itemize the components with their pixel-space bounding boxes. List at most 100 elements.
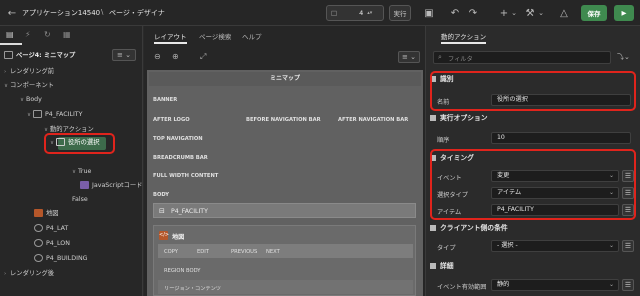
section-details[interactable]: 詳細 <box>430 260 636 273</box>
search-icon: ⌕ <box>438 53 442 61</box>
before-nav-position[interactable]: BEFORE NAVIGATION BAR <box>246 117 321 123</box>
type-list-button[interactable]: ☰ <box>622 240 634 252</box>
lock-icon[interactable]: ▣ <box>422 6 436 20</box>
page-number-field[interactable]: 4 <box>359 9 363 17</box>
tree-label: レンダリング前 <box>10 68 55 75</box>
active-tab-indicator <box>0 43 22 45</box>
stepper-icon[interactable]: ▴▾ <box>367 10 372 16</box>
tree-label: P4_BUILDING <box>46 255 88 262</box>
chevron-down-icon: ⌄ <box>608 281 614 288</box>
edit-button-position[interactable]: EDIT <box>197 249 209 255</box>
type-select[interactable]: - 選択 - ⌄ <box>491 240 619 252</box>
add-dropdown-icon[interactable]: ⌄ <box>507 6 521 20</box>
body-position[interactable]: BODY <box>153 192 169 198</box>
shared-components-tab-icon[interactable]: ▦ <box>63 30 71 39</box>
section-execution[interactable]: 実行オプション <box>430 112 636 125</box>
facility-item-box[interactable]: ⊟ P4_FACILITY <box>153 203 416 218</box>
processing-tab-icon[interactable]: ↻ <box>44 30 51 39</box>
filter-placeholder: フィルタ <box>448 56 473 63</box>
breadcrumb-separator: \ <box>101 8 104 16</box>
tree-true[interactable]: ∨ True <box>72 166 91 178</box>
zoom-in-icon[interactable]: ⊕ <box>172 52 179 61</box>
page-title: ミニマップ <box>269 75 300 82</box>
tree-facility-item[interactable]: ∨ P4_FACILITY <box>27 109 83 121</box>
map-region-title: 地図 <box>172 234 185 241</box>
tab-page-search[interactable]: ページ検索 <box>199 30 231 44</box>
tree-lon[interactable]: P4_LON <box>34 238 70 250</box>
layout-menu-button[interactable]: ≡ ⌄ <box>398 51 420 63</box>
javascript-action-icon <box>80 181 89 189</box>
facility-item-label: P4_FACILITY <box>171 208 208 215</box>
tree-pre-render[interactable]: › レンダリング前 <box>4 66 54 78</box>
tree-javascript[interactable]: JavaScriptコード <box>80 180 142 192</box>
hidden-item-icon <box>34 239 43 247</box>
section-title: 詳細 <box>440 262 454 270</box>
tree-body[interactable]: ∨ Body <box>20 94 42 106</box>
section-title: クライアント側の条件 <box>440 224 508 232</box>
order-value: 10 <box>497 134 505 141</box>
tab-dynamic-action[interactable]: 動的アクション <box>441 30 487 44</box>
utilities-dropdown-icon[interactable]: ⌄ <box>534 6 548 20</box>
event-scope-value: 静的 <box>497 281 510 288</box>
region-content-label: リージョン・コンテンツ <box>164 286 221 292</box>
highlight-identification <box>430 71 636 111</box>
after-nav-position[interactable]: AFTER NAVIGATION BAR <box>338 117 408 123</box>
undo-icon[interactable]: ↶ <box>448 6 462 20</box>
page-node-label: ページ4: ミニマップ <box>16 52 76 59</box>
page-designer-breadcrumb[interactable]: ページ・デザイナ <box>109 8 165 18</box>
hidden-item-icon <box>34 254 43 262</box>
redo-icon[interactable]: ↷ <box>466 6 480 20</box>
tree-menu-button[interactable]: ≡ ⌄ <box>112 49 136 61</box>
tree-lat[interactable]: P4_LAT <box>34 223 68 235</box>
top-nav-position[interactable]: TOP NAVIGATION <box>153 136 203 142</box>
property-editor-panel: 動的アクション ⌕ フィルタ ⤵⌄ 識別 名前 役所の選択 実行オプション 順序… <box>427 26 640 296</box>
collapse-icon <box>430 115 436 121</box>
section-client-condition[interactable]: クライアント側の条件 <box>430 222 636 235</box>
page-node-icon <box>4 51 13 59</box>
breadcrumb-bar-position[interactable]: BREADCRUMB BAR <box>153 155 208 161</box>
save-button[interactable]: 保存 <box>581 5 607 21</box>
tree-label: レンダリング後 <box>10 270 55 277</box>
page-icon: □ <box>331 9 338 17</box>
zoom-out-icon[interactable]: ⊖ <box>154 52 161 61</box>
full-width-position[interactable]: FULL WIDTH CONTENT <box>153 173 218 179</box>
next-button-position[interactable]: NEXT <box>266 249 280 255</box>
tree-map-region[interactable]: 地図 <box>34 208 59 220</box>
tree-label: P4_LAT <box>46 225 69 232</box>
tab-layout[interactable]: レイアウト <box>154 30 187 44</box>
event-scope-select[interactable]: 静的 ⌄ <box>491 279 619 291</box>
region-body-label[interactable]: REGION BODY <box>164 268 200 274</box>
previous-button-position[interactable]: PREVIOUS <box>231 249 257 255</box>
banner-position[interactable]: BANNER <box>153 97 177 103</box>
run-page-button[interactable]: 実行 <box>389 5 411 21</box>
tree-components[interactable]: ∨ コンポーネント <box>4 80 54 92</box>
page-node[interactable]: ページ4: ミニマップ <box>4 50 75 62</box>
tree-label: True <box>78 168 92 175</box>
copy-button-position[interactable]: COPY <box>164 249 178 255</box>
go-to-group-icon[interactable]: ⤵⌄ <box>617 52 630 62</box>
tree-post-render[interactable]: › レンダリング後 <box>4 268 54 280</box>
tree-building[interactable]: P4_BUILDING <box>34 253 88 265</box>
tree-label: False <box>72 196 88 203</box>
tree-label: 地図 <box>46 210 59 217</box>
page-selector[interactable]: □ 4 ▴▾ <box>326 5 384 21</box>
page-title-bar[interactable]: ミニマップ <box>149 72 421 86</box>
after-logo-position[interactable]: AFTER LOGO <box>153 117 190 123</box>
top-toolbar: ← アプリケーション14540 \ ページ・デザイナ □ 4 ▴▾ 実行 ▣ ↶… <box>0 0 640 26</box>
map-region-box[interactable]: </> 地図 COPY EDIT PREVIOUS NEXT REGION BO… <box>153 225 416 296</box>
dynamic-actions-tab-icon[interactable]: ⚡ <box>25 30 31 39</box>
event-scope-list-button[interactable]: ☰ <box>622 279 634 291</box>
order-field[interactable]: 10 <box>491 132 631 144</box>
app-title[interactable]: アプリケーション14540 <box>22 8 100 18</box>
tree-label: P4_FACILITY <box>45 111 83 118</box>
shared-components-icon[interactable]: △ <box>557 6 571 20</box>
expand-icon[interactable]: ⤢ <box>200 52 206 62</box>
rendering-tab-icon[interactable]: ▤ <box>6 30 14 39</box>
play-icon: ▶ <box>621 9 627 17</box>
back-arrow-icon[interactable]: ← <box>5 6 19 20</box>
tab-help[interactable]: ヘルプ <box>242 30 262 44</box>
collapse-icon <box>430 225 436 231</box>
save-and-run-button[interactable]: ▶ <box>614 5 634 21</box>
tree-false[interactable]: False <box>72 194 88 206</box>
filter-input[interactable]: ⌕ フィルタ <box>433 51 611 64</box>
